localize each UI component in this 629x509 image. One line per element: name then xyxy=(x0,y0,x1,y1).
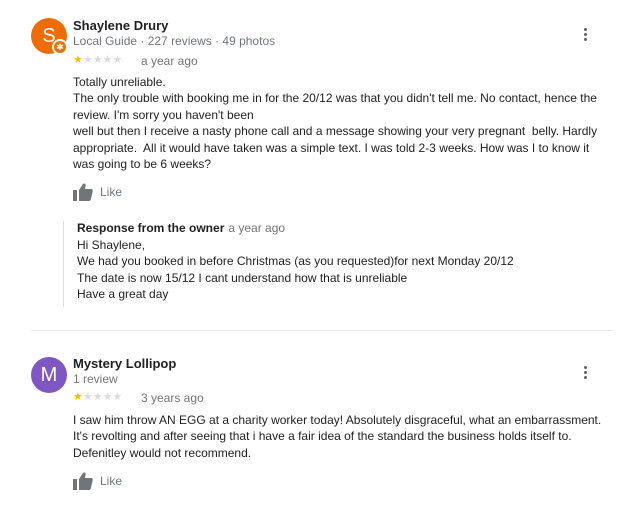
star-empty-icon: ★★★★ xyxy=(82,391,123,403)
review-time: 3 years ago xyxy=(141,391,204,405)
owner-response-line: The date is now 15/12 I cant understand … xyxy=(77,270,408,285)
reviewer-meta[interactable]: Local Guide · 227 reviews · 49 photos xyxy=(73,34,275,48)
star-filled-icon: ★ xyxy=(73,54,83,66)
star-rating: ★★★★★ xyxy=(73,391,122,403)
review-text: Totally unreliable. The only trouble wit… xyxy=(73,74,613,172)
thumbs-up-icon xyxy=(73,472,93,490)
star-rating: ★★★★★ xyxy=(73,54,122,66)
owner-response-text: Hi Shaylene, We had you booked in before… xyxy=(77,237,617,303)
more-vert-icon xyxy=(583,28,587,31)
local-guide-badge-icon: ✱ xyxy=(52,39,68,55)
review-text: I saw him throw AN EGG at a charity work… xyxy=(73,412,613,461)
reviewer-name[interactable]: Shaylene Drury xyxy=(73,18,168,33)
reviewer-name[interactable]: Mystery Lollipop xyxy=(73,356,176,371)
review-time: a year ago xyxy=(141,54,198,68)
reviewer-meta[interactable]: 1 review xyxy=(73,372,118,386)
like-button[interactable]: Like xyxy=(73,182,122,202)
avatar[interactable]: M xyxy=(31,357,67,393)
like-label: Like xyxy=(100,185,123,199)
owner-response-line: We had you booked in before Christmas (a… xyxy=(77,254,514,269)
owner-response-header: Response from the owner a year ago xyxy=(77,221,617,235)
review-divider xyxy=(31,330,613,331)
owner-response-line: Have a great day xyxy=(77,287,169,302)
review-text-line: I saw him throw AN EGG at a charity work… xyxy=(73,413,605,460)
more-vert-icon xyxy=(583,366,587,369)
like-label: Like xyxy=(100,474,123,488)
thumbs-up-icon xyxy=(73,183,93,201)
review-text-line: Totally unreliable. xyxy=(73,75,166,89)
more-options-button[interactable] xyxy=(576,364,594,382)
owner-response-title: Response from the owner xyxy=(77,221,225,235)
star-filled-icon: ★ xyxy=(73,391,83,403)
avatar-initial: M xyxy=(40,364,58,386)
like-button[interactable]: Like xyxy=(73,471,122,491)
more-options-button[interactable] xyxy=(576,26,594,44)
review-text-line: The only trouble with booking me in for … xyxy=(73,91,601,122)
owner-response: Response from the owner a year ago Hi Sha… xyxy=(63,221,617,307)
owner-response-line: Hi Shaylene, xyxy=(77,238,146,252)
review-text-line: well but then I receive a nasty phone ca… xyxy=(73,124,601,172)
star-empty-icon: ★★★★ xyxy=(82,54,123,66)
owner-response-time: a year ago xyxy=(228,221,286,235)
